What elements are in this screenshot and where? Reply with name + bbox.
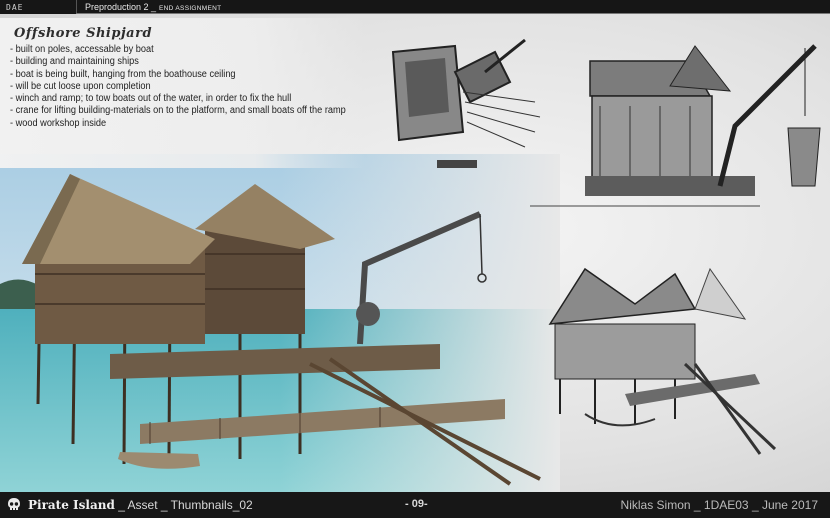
sketch-thumbnail-3 xyxy=(548,267,777,455)
footer-bar: Pirate Island _ Asset _ Thumbnails_02 - … xyxy=(0,492,830,518)
page-number: - 09- xyxy=(405,498,428,510)
sheet-canvas: Offshore Shipjard - built on poles, acce… xyxy=(0,14,830,492)
bullet-item: - built on poles, accessable by boat xyxy=(10,44,154,55)
panel-title: Offshore Shipjard xyxy=(14,26,153,41)
skull-icon xyxy=(8,498,20,510)
bullet-list: - built on poles, accessable by boat - b… xyxy=(10,44,375,130)
dae-logo: DAE xyxy=(6,2,24,12)
top-bar: DAE Preproduction 2 _ END ASSIGNMENT xyxy=(0,0,830,14)
header-rule xyxy=(76,13,830,14)
header-title-text: Preproduction 2 _ xyxy=(85,2,157,12)
description-panel: Offshore Shipjard - built on poles, acce… xyxy=(0,18,365,168)
bullet-item: - winch and ramp; to tow boats out of th… xyxy=(10,93,292,105)
header-subtitle: END ASSIGNMENT xyxy=(159,5,222,12)
footer-title: Pirate Island _ Asset _ Thumbnails_02 xyxy=(28,498,253,512)
sketch-thumbnail-2 xyxy=(530,44,821,207)
bullet-item: - building and maintaining ships xyxy=(10,56,139,68)
bullet-item: - wood workshop inside xyxy=(10,117,107,129)
bullet-item: - will be cut loose upon completion xyxy=(10,80,151,92)
header-title: Preproduction 2 _ END ASSIGNMENT xyxy=(77,2,221,12)
footer-asset-label: _ Asset _ Thumbnails_02 xyxy=(114,498,253,512)
footer-island-name: Pirate Island xyxy=(28,498,115,512)
footer-credit: Niklas Simon _ 1DAE03 _ June 2017 xyxy=(620,498,818,512)
bullet-item: - crane for lifting building-materials o… xyxy=(10,105,346,117)
photobash-shipyard-image xyxy=(0,154,560,492)
sketch-thumbnail-1 xyxy=(391,38,541,168)
bullet-item: - boat is being built, hanging from the … xyxy=(10,68,236,80)
